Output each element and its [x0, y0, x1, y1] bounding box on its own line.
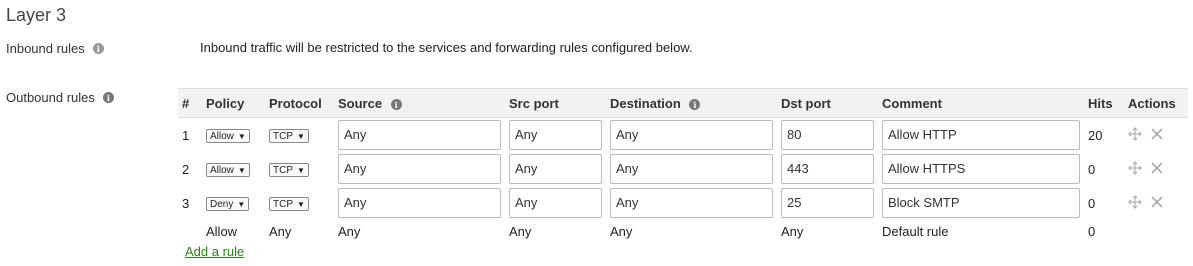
- policy-select[interactable]: Allow ▼: [206, 163, 250, 178]
- default-rule-row: Allow Any Any Any Any Any Default rule 0: [178, 220, 1188, 242]
- move-icon[interactable]: [1128, 126, 1142, 144]
- row-actions: [1128, 194, 1184, 212]
- move-icon[interactable]: [1128, 160, 1142, 178]
- chevron-down-icon: ▼: [237, 165, 246, 175]
- row-actions: [1128, 160, 1184, 178]
- default-source: Any: [338, 223, 361, 239]
- info-icon[interactable]: i: [92, 43, 104, 54]
- protocol-select[interactable]: TCP ▼: [269, 129, 309, 144]
- destination-input[interactable]: Any: [610, 120, 773, 150]
- default-protocol: Any: [269, 223, 292, 239]
- dst-port-input[interactable]: 80: [781, 120, 874, 150]
- protocol-select-value: TCP: [273, 164, 293, 176]
- info-icon[interactable]: i: [102, 92, 114, 103]
- section-title: Layer 3: [6, 5, 67, 25]
- header-policy: Policy: [206, 95, 245, 111]
- default-destination: Any: [610, 223, 633, 239]
- outbound-rules-table: # Policy Protocol Source i Src port Dest…: [178, 88, 1188, 242]
- inbound-rules-label: Inbound rules i: [6, 41, 104, 56]
- header-source-label: Source: [338, 95, 383, 111]
- header-destination: Destination i: [606, 89, 777, 118]
- destination-input[interactable]: Any: [610, 154, 773, 184]
- hits-value: 0: [1088, 161, 1096, 177]
- header-source: Source i: [334, 89, 505, 118]
- policy-select-value: Allow: [210, 130, 234, 142]
- header-destination-label: Destination: [610, 95, 681, 111]
- close-icon[interactable]: [1150, 160, 1164, 178]
- chevron-down-icon: ▼: [297, 131, 305, 141]
- default-src-port: Any: [509, 223, 532, 239]
- header-actions: Actions: [1128, 95, 1176, 111]
- header-src-port: Src port: [509, 95, 559, 111]
- chevron-down-icon: ▼: [297, 199, 305, 209]
- policy-select[interactable]: Deny ▼: [206, 197, 250, 212]
- protocol-select-value: TCP: [273, 198, 293, 210]
- close-icon[interactable]: [1150, 126, 1164, 144]
- table-row: 3 Deny ▼ TCP ▼ Any Any Any 25 Block SMTP 0: [178, 186, 1188, 220]
- src-port-input[interactable]: Any: [509, 188, 602, 218]
- source-input[interactable]: Any: [338, 120, 501, 150]
- header-dst-port: Dst port: [781, 95, 831, 111]
- policy-select-value: Allow: [210, 164, 234, 176]
- policy-select-value: Deny: [210, 198, 234, 210]
- header-num: #: [182, 95, 190, 111]
- source-input[interactable]: Any: [338, 154, 501, 184]
- rule-number: 1: [182, 127, 190, 143]
- chevron-down-icon: ▼: [237, 199, 246, 209]
- rule-number: 2: [182, 161, 190, 177]
- dst-port-input[interactable]: 25: [781, 188, 874, 218]
- protocol-select[interactable]: TCP ▼: [269, 197, 309, 212]
- move-icon[interactable]: [1128, 194, 1142, 212]
- header-comment: Comment: [882, 95, 942, 111]
- comment-input[interactable]: Allow HTTP: [882, 120, 1080, 150]
- dst-port-input[interactable]: 443: [781, 154, 874, 184]
- default-hits: 0: [1088, 223, 1096, 239]
- outbound-rules-label-text: Outbound rules: [6, 90, 95, 105]
- row-actions: [1128, 126, 1184, 144]
- add-rule-link[interactable]: Add a rule: [185, 244, 244, 259]
- outbound-rules-label: Outbound rules i: [6, 90, 114, 105]
- protocol-select[interactable]: TCP ▼: [269, 163, 309, 178]
- default-policy: Allow: [206, 223, 238, 239]
- chevron-down-icon: ▼: [237, 131, 246, 141]
- policy-select[interactable]: Allow ▼: [206, 129, 250, 144]
- header-protocol: Protocol: [269, 95, 322, 111]
- comment-input[interactable]: Allow HTTPS: [882, 154, 1080, 184]
- default-comment: Default rule: [882, 223, 949, 239]
- src-port-input[interactable]: Any: [509, 154, 602, 184]
- header-hits: Hits: [1088, 95, 1113, 111]
- rule-number: 3: [182, 195, 190, 211]
- info-icon[interactable]: i: [390, 99, 402, 110]
- destination-input[interactable]: Any: [610, 188, 773, 218]
- src-port-input[interactable]: Any: [509, 120, 602, 150]
- close-icon[interactable]: [1150, 194, 1164, 212]
- table-row: 1 Allow ▼ TCP ▼ Any Any Any 80 Allow HTTP …: [178, 118, 1188, 153]
- table-header-row: # Policy Protocol Source i Src port Dest…: [178, 88, 1188, 118]
- inbound-description: Inbound traffic will be restricted to th…: [200, 40, 693, 55]
- source-input[interactable]: Any: [338, 188, 501, 218]
- info-icon[interactable]: i: [689, 99, 701, 110]
- hits-value: 0: [1088, 195, 1096, 211]
- default-dst-port: Any: [781, 223, 804, 239]
- table-row: 2 Allow ▼ TCP ▼ Any Any Any 443 Allow HTTP…: [178, 152, 1188, 186]
- comment-input[interactable]: Block SMTP: [882, 188, 1080, 218]
- inbound-rules-label-text: Inbound rules: [6, 41, 85, 56]
- hits-value: 20: [1088, 127, 1103, 143]
- protocol-select-value: TCP: [273, 130, 293, 142]
- chevron-down-icon: ▼: [297, 165, 305, 175]
